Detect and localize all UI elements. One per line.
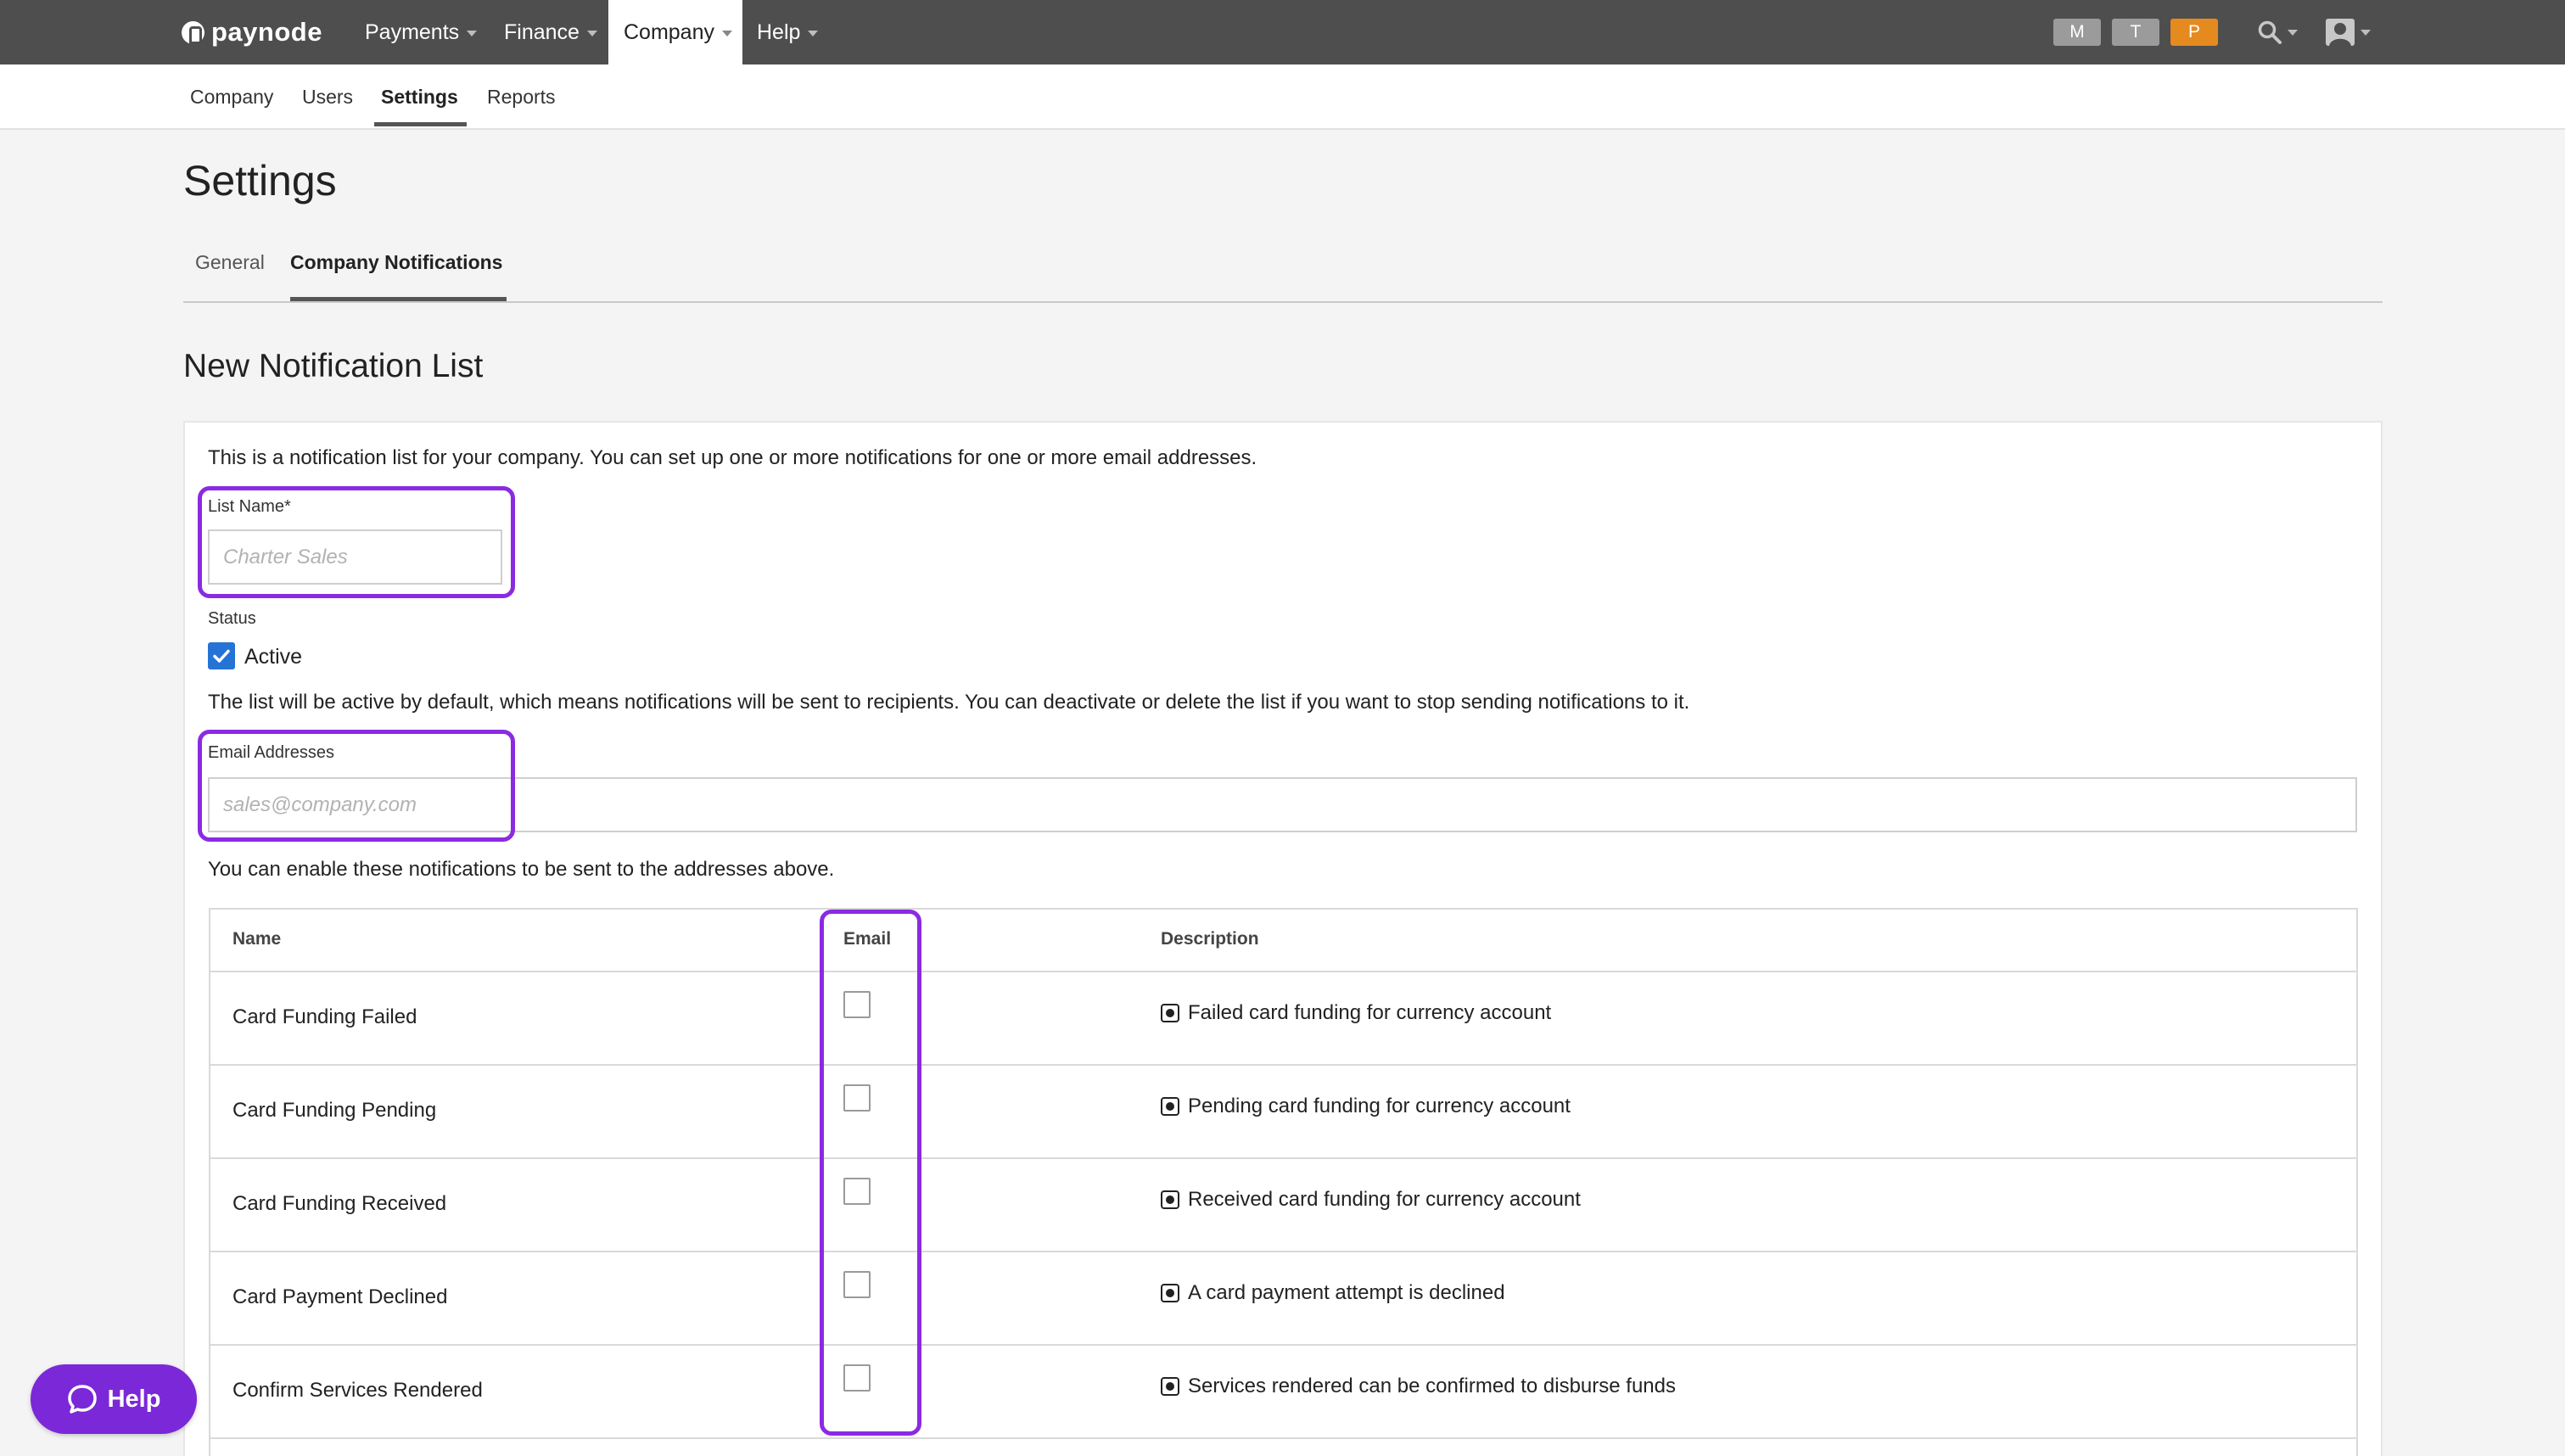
chevron-down-icon xyxy=(586,31,597,36)
search-icon xyxy=(2258,20,2282,44)
row-divider xyxy=(209,1344,2358,1346)
search-menu[interactable] xyxy=(2257,15,2298,49)
notification-type-icon xyxy=(1161,1190,1179,1209)
notification-type-icon xyxy=(1161,1097,1179,1116)
notification-type-icon xyxy=(1161,1284,1179,1302)
tab-active-indicator xyxy=(290,297,507,301)
form-intro-text: This is a notification list for your com… xyxy=(208,446,1257,469)
email-addresses-input[interactable] xyxy=(208,777,2357,832)
description-text: Received card funding for currency accou… xyxy=(1188,1188,1581,1211)
chevron-down-icon xyxy=(808,31,819,36)
description-text: Services rendered can be confirmed to di… xyxy=(1188,1375,1676,1397)
list-name-label: List Name* xyxy=(208,497,291,516)
chevron-down-icon xyxy=(2361,29,2371,36)
subnav-reports[interactable]: Reports xyxy=(487,64,556,129)
tab-company-notifications[interactable]: Company Notifications xyxy=(290,251,502,274)
page-title: Settings xyxy=(183,157,337,204)
subnav-settings[interactable]: Settings xyxy=(381,64,458,129)
nav-payments-label: Payments xyxy=(365,20,460,44)
column-header-email: Email xyxy=(843,929,892,949)
top-navigation-bar: paynode Payments Finance Company Help M … xyxy=(0,0,2565,64)
email-checkbox[interactable] xyxy=(843,1271,871,1298)
table-row-description: Failed card funding for currency account xyxy=(1161,1001,1551,1025)
nav-finance-label: Finance xyxy=(504,20,580,44)
email-checkbox[interactable] xyxy=(843,1178,871,1205)
notifications-intro-text: You can enable these notifications to be… xyxy=(208,858,835,881)
description-text: Failed card funding for currency account xyxy=(1188,1001,1552,1024)
brand-logo-icon xyxy=(182,20,204,44)
subnav-users[interactable]: Users xyxy=(302,64,353,129)
table-row-name: Confirm Services Rendered xyxy=(232,1379,483,1402)
account-badge-t[interactable]: T xyxy=(2112,19,2159,46)
notification-type-icon xyxy=(1161,1377,1179,1396)
nav-company[interactable]: Company xyxy=(608,0,742,64)
user-menu[interactable] xyxy=(2325,15,2371,49)
user-avatar-icon xyxy=(2326,19,2355,46)
email-checkbox[interactable] xyxy=(843,1084,871,1112)
table-row-description: Pending card funding for currency accoun… xyxy=(1161,1095,1571,1118)
chevron-down-icon xyxy=(722,31,732,36)
help-widget-label: Help xyxy=(107,1385,161,1413)
nav-help-label: Help xyxy=(757,20,801,44)
table-row-name: Card Funding Pending xyxy=(232,1099,437,1122)
subnav-active-indicator xyxy=(374,122,467,126)
help-widget-button[interactable]: Help xyxy=(31,1364,197,1434)
account-badge-m[interactable]: M xyxy=(2053,19,2101,46)
table-row-description: Received card funding for currency accou… xyxy=(1161,1188,1581,1212)
brand-name: paynode xyxy=(211,17,322,47)
email-addresses-label: Email Addresses xyxy=(208,743,334,762)
email-checkbox[interactable] xyxy=(843,1364,871,1392)
column-header-name: Name xyxy=(232,929,282,949)
account-badge-p[interactable]: P xyxy=(2170,19,2218,46)
status-label: Status xyxy=(208,609,256,628)
email-checkbox[interactable] xyxy=(843,991,871,1018)
notification-type-icon xyxy=(1161,1004,1179,1022)
chevron-down-icon xyxy=(467,31,478,36)
chevron-down-icon xyxy=(2288,29,2298,36)
column-header-description: Description xyxy=(1161,929,1259,949)
table-row-description: A card payment attempt is declined xyxy=(1161,1281,1505,1305)
checkmark-icon xyxy=(213,649,230,663)
row-divider xyxy=(209,1064,2358,1066)
row-divider xyxy=(209,1251,2358,1252)
sub-navigation: Company Users Settings Reports xyxy=(0,64,2565,130)
row-divider xyxy=(209,971,2358,972)
section-title: New Notification List xyxy=(183,348,484,384)
brand-logo[interactable]: paynode xyxy=(182,17,322,48)
table-row-name: Card Funding Failed xyxy=(232,1005,417,1028)
status-help-text: The list will be active by default, whic… xyxy=(208,691,1690,714)
chat-bubble-icon xyxy=(67,1385,97,1414)
description-text: Pending card funding for currency accoun… xyxy=(1188,1095,1571,1117)
subnav-company[interactable]: Company xyxy=(190,64,273,129)
nav-company-label: Company xyxy=(624,20,714,44)
row-divider xyxy=(209,1157,2358,1159)
row-divider xyxy=(209,1437,2358,1439)
table-row-name: Card Payment Declined xyxy=(232,1285,448,1308)
table-row-description: Services rendered can be confirmed to di… xyxy=(1161,1375,1676,1398)
tabs-divider xyxy=(183,301,2383,303)
nav-help[interactable]: Help xyxy=(742,0,833,64)
list-name-input[interactable] xyxy=(208,529,502,585)
active-checkbox-label[interactable]: Active xyxy=(244,645,302,669)
nav-payments[interactable]: Payments xyxy=(350,0,492,64)
table-row-name: Card Funding Received xyxy=(232,1192,447,1215)
nav-finance[interactable]: Finance xyxy=(489,0,613,64)
active-checkbox[interactable] xyxy=(208,642,235,669)
description-text: A card payment attempt is declined xyxy=(1188,1281,1505,1304)
tab-general[interactable]: General xyxy=(195,251,265,274)
